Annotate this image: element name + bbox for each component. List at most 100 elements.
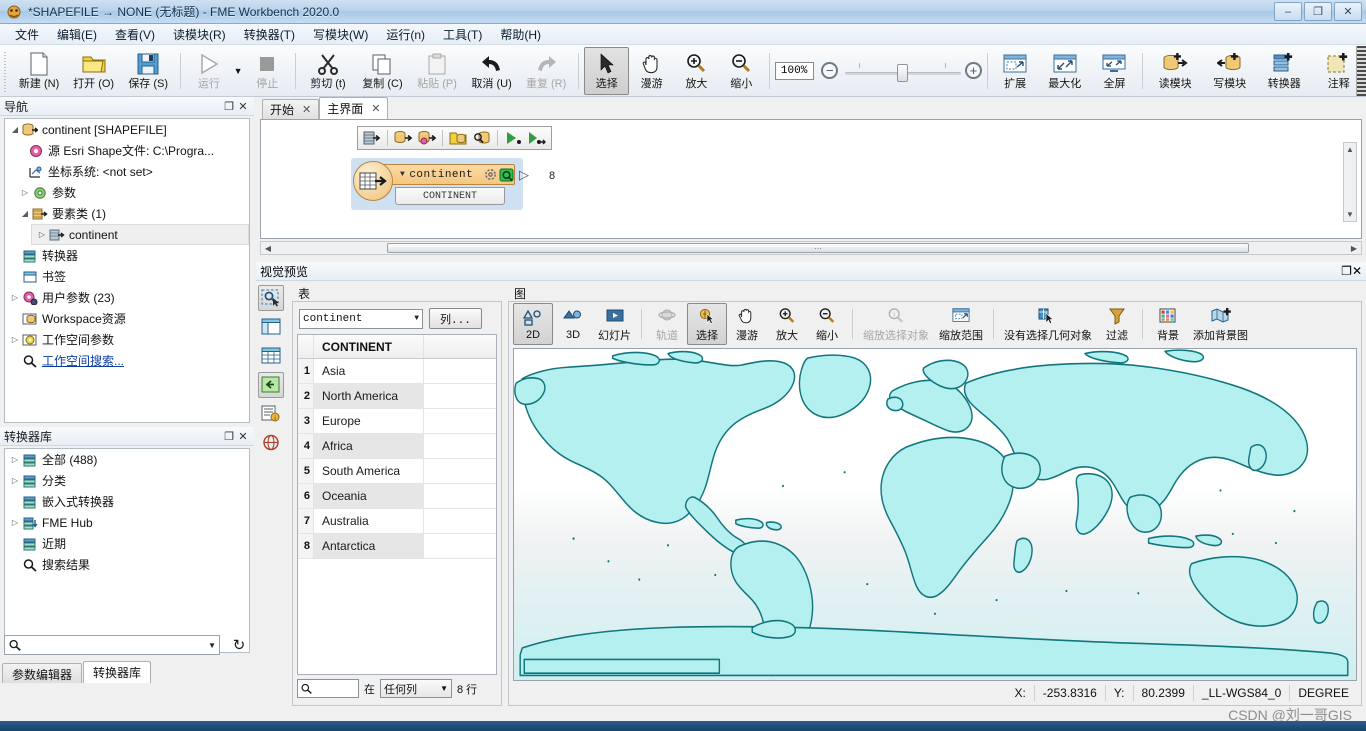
chevron-right-icon[interactable]: ▷ [9,335,21,344]
tree-item-transformers[interactable]: 转换器 [5,245,249,266]
table-row[interactable]: 4 Africa [298,434,496,459]
tree-item-reader[interactable]: ◢ continent [SHAPEFILE] [5,119,249,140]
close-panel-icon[interactable]: ✕ [236,99,250,113]
chevron-right-icon[interactable]: ▷ [36,230,48,239]
filter-button[interactable]: 过滤 [1097,303,1137,345]
tree-item-resources[interactable]: Workspace资源 [5,308,249,329]
tab-transformer-gallery[interactable]: 转换器库 [83,661,152,683]
close-button[interactable]: ✕ [1334,2,1362,21]
scroll-up-icon[interactable]: ▲ [1344,143,1356,156]
menu-item-run[interactable]: 运行(n) [377,24,434,45]
zoom-increase-button[interactable]: + [965,62,982,79]
layout-panel-icon[interactable] [258,314,284,340]
menu-item-readers[interactable]: 读模块(R) [164,24,235,45]
menu-item-transformers[interactable]: 转换器(T) [235,24,304,45]
feature-node[interactable]: ▼ continent CONTINENT ▷ [351,158,529,210]
close-icon[interactable]: ✕ [302,103,311,116]
chevron-down-icon[interactable]: ▼ [440,684,448,693]
inspect-icon[interactable] [499,168,514,182]
no-selection-button[interactable]: 没有选择几何对象 [999,303,1097,345]
featuretype-add-icon[interactable] [361,128,383,148]
chevron-right-icon[interactable]: ▷ [9,293,21,302]
view-2d-button[interactable]: 2D [513,303,553,345]
menu-item-view[interactable]: 查看(V) [106,24,164,45]
chevron-down-icon[interactable]: ◢ [9,125,21,134]
menu-item-file[interactable]: 文件 [6,24,48,45]
tree-item-featuretypes[interactable]: ◢ 要素类 (1) [5,203,249,224]
tab-start[interactable]: 开始 ✕ [262,99,320,119]
save-button[interactable]: 保存 (S) [121,47,176,95]
search-scope-select[interactable]: 任何列 ▼ [380,679,452,698]
run-from-icon[interactable] [526,128,548,148]
scroll-left-icon[interactable]: ◀ [261,244,275,253]
gallery-tree[interactable]: ▷ 全部 (488) ▷ 分类 嵌入式转换器 ▷ FME Hub 近期 搜索结果 [4,448,250,653]
open-button[interactable]: 打开 (O) [66,47,121,95]
tree-item-label[interactable]: 工作空间搜索... [42,352,124,369]
table-row[interactable]: 7 Australia [298,509,496,534]
reader-params-icon[interactable] [416,128,438,148]
minimize-button[interactable]: – [1274,2,1302,21]
table-row[interactable]: 8 Antarctica [298,534,496,559]
feature-node-header[interactable]: ▼ continent [379,164,515,185]
zoom-out-tool-button[interactable]: 缩小 [719,47,764,95]
chevron-down-icon[interactable]: ▼ [414,314,419,323]
tree-item-workspace-search[interactable]: 工作空间搜索... [5,350,249,371]
menu-item-edit[interactable]: 编辑(E) [48,24,106,45]
copy-button[interactable]: 复制 (C) [355,47,410,95]
scroll-right-icon[interactable]: ▶ [1347,244,1361,253]
scrollbar-thumb[interactable]: ⋯ [387,243,1249,253]
gallery-refresh-button[interactable]: ↻ [228,635,250,655]
collapse-icon[interactable]: ▼ [400,170,405,179]
canvas-horizontal-scrollbar[interactable]: ◀ ⋯ ▶ [260,241,1362,255]
table-row[interactable]: 3 Europe [298,409,496,434]
tab-main[interactable]: 主界面 ✕ [319,97,389,119]
tree-item-bookmarks[interactable]: 书签 [5,266,249,287]
coordsys-globe-icon[interactable] [258,430,284,456]
chevron-right-icon[interactable]: ▷ [19,188,31,197]
add-reader-button[interactable]: 读模块 [1148,47,1203,95]
table-row[interactable]: 2 North America [298,384,496,409]
gallery-search-box[interactable]: ▼ [4,635,220,655]
orbit-button[interactable]: 轨道 [647,303,687,345]
undo-button[interactable]: 取消 (U) [464,47,519,95]
scroll-down-icon[interactable]: ▼ [1344,208,1356,221]
float-panel-icon[interactable]: ❐ [1341,264,1352,278]
canvas-vertical-scrollbar[interactable]: ▲ ▼ [1343,142,1357,222]
columns-button[interactable]: 列... [429,308,482,329]
graph-pan-button[interactable]: 漫游 [727,303,767,345]
table-search-input[interactable] [313,682,358,695]
table-grid-icon[interactable] [258,343,284,369]
info-list-icon[interactable]: i [258,401,284,427]
gallery-search-input[interactable] [25,639,206,651]
table-row[interactable]: 6 Oceania [298,484,496,509]
gallery-item-search-results[interactable]: 搜索结果 [5,554,249,575]
zoom-slider[interactable] [845,61,962,82]
zoom-level-input[interactable]: 100% [774,61,814,80]
gear-icon[interactable] [484,168,497,181]
menu-item-writers[interactable]: 写模块(W) [304,24,377,45]
inspect-db-icon[interactable] [471,128,493,148]
float-panel-icon[interactable]: ❐ [222,429,236,443]
zoom-in-tool-button[interactable]: 放大 [674,47,719,95]
graph-zoom-in-button[interactable]: 放大 [767,303,807,345]
graph-select-button[interactable]: 选择 [687,303,727,345]
gallery-item-fme-hub[interactable]: ▷ FME Hub [5,512,249,533]
gallery-item-categories[interactable]: ▷ 分类 [5,470,249,491]
chevron-right-icon[interactable]: ▷ [9,518,21,527]
graph-zoom-out-button[interactable]: 缩小 [807,303,847,345]
tree-item-userparams[interactable]: ▷ 用户参数 (23) [5,287,249,308]
chevron-down-icon[interactable]: ◢ [19,209,31,218]
menu-item-help[interactable]: 帮助(H) [491,24,550,45]
maximize-view-button[interactable]: 最大化 [1038,47,1093,95]
chevron-right-icon[interactable]: ▷ [9,455,21,464]
tab-parameter-editor[interactable]: 参数编辑器 [2,663,83,683]
workspace-canvas[interactable]: ▼ continent CONTINENT ▷ 8 ▲ ▼ [260,119,1362,239]
run-to-icon[interactable] [502,128,524,148]
dataset-select[interactable]: continent ▼ [299,308,423,329]
map-view[interactable] [513,348,1357,681]
tree-item-continent[interactable]: ▷ continent [31,224,249,245]
fullscreen-button[interactable]: 全屏 [1092,47,1137,95]
add-writer-button[interactable]: 写模块 [1202,47,1257,95]
gallery-item-all[interactable]: ▷ 全部 (488) [5,449,249,470]
gallery-item-recent[interactable]: 近期 [5,533,249,554]
